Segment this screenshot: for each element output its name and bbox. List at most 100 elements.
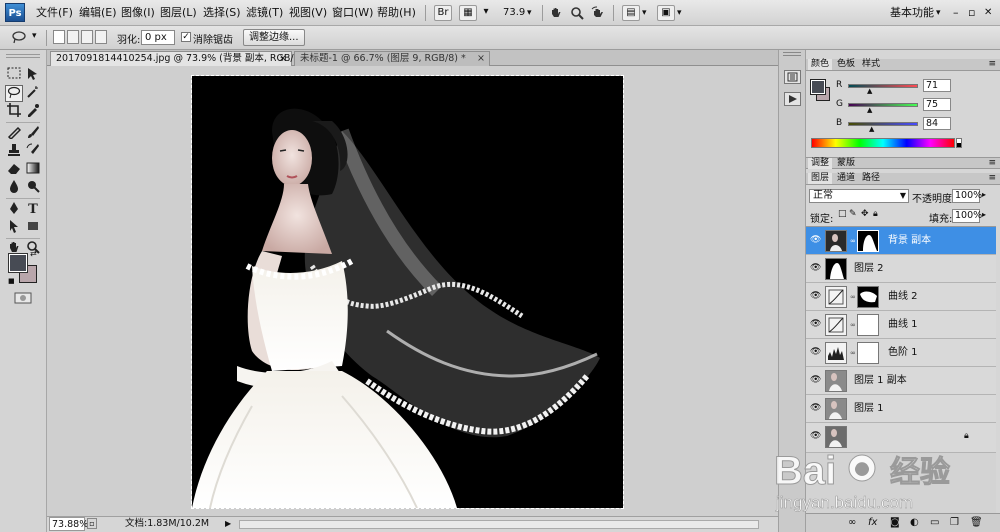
menu-help[interactable]: 帮助(H) <box>377 0 416 26</box>
layer-name[interactable]: 图层 1 副本 <box>854 367 907 395</box>
fill-slider-arrow-icon[interactable]: ▸ <box>982 210 986 219</box>
refine-edge-button[interactable]: 调整边缘... <box>243 29 305 46</box>
red-value-input[interactable]: 71 <box>923 79 951 92</box>
group-icon[interactable]: ▭ <box>930 517 939 528</box>
document-tab[interactable]: 未标题-1 @ 66.7% (图层 9, RGB/8) * × <box>294 51 490 66</box>
quick-mask-icon[interactable] <box>14 292 32 304</box>
layer-name[interactable]: 曲线 1 <box>888 311 918 339</box>
green-slider-thumb-icon[interactable]: ▲ <box>867 106 872 114</box>
marquee-tool-icon[interactable] <box>5 67 23 84</box>
tab-channels[interactable]: 通道 <box>834 173 858 184</box>
panel-menu-icon[interactable]: ≡ <box>988 59 996 70</box>
antialias-checkbox[interactable]: ✓ <box>181 32 191 42</box>
layer-row[interactable]: 👁︎ 图层 2 <box>806 255 996 283</box>
panel-menu-icon[interactable]: ≡ <box>988 158 996 169</box>
restore-button[interactable]: ▫ <box>968 0 975 26</box>
subtract-selection-icon[interactable] <box>81 30 93 44</box>
feather-input[interactable]: 0 px <box>141 30 175 45</box>
black-white-ramp[interactable] <box>956 138 962 148</box>
new-selection-icon[interactable] <box>53 30 65 44</box>
blue-value-input[interactable]: 84 <box>923 117 951 130</box>
chevron-down-icon[interactable]: ▾ <box>642 0 647 26</box>
panel-grip[interactable] <box>783 52 801 56</box>
layer-row[interactable]: 👁︎ ∞ 曲线 1 <box>806 311 996 339</box>
tab-masks[interactable]: 蒙版 <box>834 158 858 169</box>
mask-link-icon[interactable]: ∞ <box>850 236 856 246</box>
blend-mode-select[interactable]: 正常 ▼ <box>809 189 909 203</box>
path-selection-tool-icon[interactable] <box>5 219 23 236</box>
blue-slider-thumb-icon[interactable]: ▲ <box>869 125 874 133</box>
dodge-tool-icon[interactable] <box>24 179 42 196</box>
mask-link-icon[interactable]: ∞ <box>850 292 856 302</box>
layer-mask-thumbnail[interactable] <box>857 342 879 364</box>
zoom-level[interactable]: 73.9 <box>503 0 525 26</box>
horizontal-scrollbar[interactable] <box>239 520 759 529</box>
healing-brush-tool-icon[interactable] <box>5 125 23 142</box>
eye-icon[interactable]: 👁︎ <box>810 291 821 301</box>
lock-all-icon[interactable]: 🔒︎ <box>873 209 878 219</box>
menu-file[interactable]: 文件(F) <box>36 0 73 26</box>
menu-edit[interactable]: 编辑(E) <box>79 0 117 26</box>
green-value-input[interactable]: 75 <box>923 98 951 111</box>
menu-view[interactable]: 视图(V) <box>289 0 327 26</box>
clone-stamp-tool-icon[interactable] <box>5 143 23 160</box>
fx-icon[interactable]: fx <box>868 517 877 528</box>
layer-row[interactable]: 👁︎ ∞ 色阶 1 <box>806 339 996 367</box>
mask-link-icon[interactable]: ∞ <box>850 348 856 358</box>
eyedropper-tool-icon[interactable] <box>24 103 42 120</box>
chevron-down-icon[interactable]: ▾ <box>527 0 532 26</box>
layer-row-selected[interactable]: 👁︎ ∞ 背景 副本 <box>806 227 996 255</box>
layer-row-background[interactable]: 👁︎ 🔒︎ <box>806 423 996 453</box>
color-spectrum-bar[interactable] <box>811 138 955 148</box>
fill-input[interactable]: 100% <box>952 209 982 223</box>
document-tab-active[interactable]: 2017091814410254.jpg @ 73.9% (背景 副本, RGB… <box>50 51 319 66</box>
pen-tool-icon[interactable] <box>5 201 23 218</box>
layer-row[interactable]: 👁︎ 图层 1 <box>806 395 996 423</box>
layer-row[interactable]: 👁︎ 图层 1 副本 <box>806 367 996 395</box>
foreground-color-swatch[interactable] <box>8 253 28 273</box>
chevron-down-icon[interactable]: ▾ <box>479 5 493 21</box>
menu-layer[interactable]: 图层(L) <box>160 0 197 26</box>
new-layer-icon[interactable]: ❐ <box>950 517 959 528</box>
link-icon[interactable]: ∞ <box>848 517 856 528</box>
tab-swatches[interactable]: 色板 <box>834 59 858 70</box>
layer-row[interactable]: 👁︎ ∞ 曲线 2 <box>806 283 996 311</box>
arrange-documents-icon[interactable]: ▤ <box>622 5 640 21</box>
history-brush-tool-icon[interactable] <box>24 143 42 160</box>
layer-name[interactable]: 图层 2 <box>854 255 884 283</box>
green-slider[interactable] <box>848 103 918 107</box>
gradient-tool-icon[interactable] <box>24 161 42 178</box>
eye-icon[interactable]: 👁︎ <box>810 375 821 385</box>
default-colors-icon[interactable]: ■ <box>8 277 17 285</box>
eye-icon[interactable]: 👁︎ <box>810 235 821 245</box>
eye-icon[interactable]: 👁︎ <box>810 263 821 273</box>
status-menu-arrow-icon[interactable]: ▶ <box>225 517 231 531</box>
status-zoom-field[interactable]: 73.88% <box>49 517 88 531</box>
blue-slider[interactable] <box>848 122 918 126</box>
tab-color[interactable]: 颜色 <box>808 59 833 70</box>
tab-styles[interactable]: 样式 <box>859 59 883 70</box>
history-panel-icon[interactable] <box>784 70 801 84</box>
tab-adjustments[interactable]: 调整 <box>808 158 833 169</box>
chevron-down-icon[interactable]: ▾ <box>936 0 941 26</box>
hand-tool-icon[interactable] <box>549 6 563 20</box>
shape-tool-icon[interactable] <box>24 219 42 236</box>
red-slider[interactable] <box>848 84 918 88</box>
opacity-slider-arrow-icon[interactable]: ▸ <box>982 190 986 199</box>
eye-icon[interactable]: 👁︎ <box>810 431 821 441</box>
eye-icon[interactable]: 👁︎ <box>810 319 821 329</box>
layer-mask-thumbnail[interactable] <box>857 314 879 336</box>
status-info-icon[interactable]: ▫ <box>87 518 97 529</box>
move-tool-icon[interactable] <box>24 67 42 84</box>
menu-window[interactable]: 窗口(W) <box>332 0 373 26</box>
chevron-down-icon[interactable]: ▾ <box>677 0 682 26</box>
intersect-selection-icon[interactable] <box>95 30 107 44</box>
eye-icon[interactable]: 👁︎ <box>810 403 821 413</box>
actions-panel-icon[interactable] <box>784 92 801 106</box>
close-button[interactable]: ✕ <box>984 0 992 26</box>
trash-icon[interactable]: 🗑︎ <box>970 517 983 528</box>
menu-filter[interactable]: 滤镜(T) <box>246 0 283 26</box>
layer-name[interactable]: 图层 1 <box>854 395 884 423</box>
layer-name[interactable]: 背景 副本 <box>888 227 931 255</box>
layer-mask-thumbnail[interactable] <box>857 286 879 308</box>
